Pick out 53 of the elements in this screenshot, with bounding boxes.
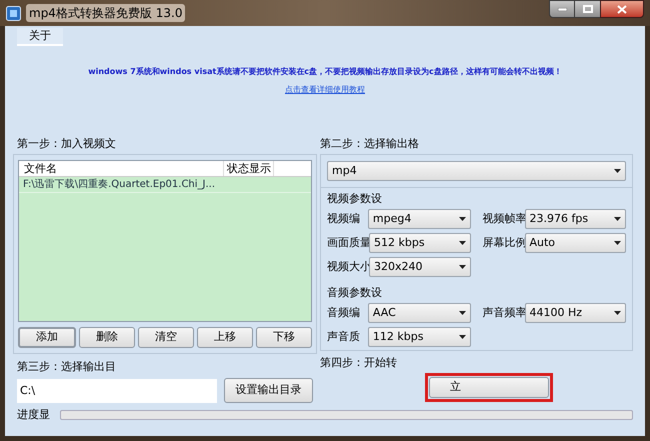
field-label: 音频编: [327, 304, 361, 321]
file-cell[interactable]: F:\迅雷下载\四重奏.Quartet.Ep01.Chi_J...: [19, 177, 224, 192]
progress-label: 进度显: [17, 407, 50, 423]
dropdown-arrow-icon: [458, 335, 466, 339]
dropdown-arrow-icon: [458, 265, 466, 269]
dropdown[interactable]: 44100 Hz: [524, 303, 626, 323]
app-icon: [6, 6, 21, 20]
dropdown[interactable]: 320x240: [369, 257, 470, 277]
dropdown[interactable]: mpeg4: [368, 209, 470, 229]
maximize-button[interactable]: [575, 0, 600, 18]
list-button[interactable]: 清空: [138, 327, 194, 348]
field-label: 画面质量: [327, 234, 369, 251]
close-icon: [617, 4, 627, 14]
dropdown[interactable]: 512 kbps: [369, 233, 470, 253]
step-label: 第三步：选择输出目: [17, 359, 117, 375]
column-header[interactable]: 状态显示: [224, 161, 274, 176]
output-path-field[interactable]: C:\: [17, 378, 217, 402]
dropdown-arrow-icon: [614, 169, 621, 173]
dropdown[interactable]: Auto: [524, 233, 626, 253]
field-label: 声音质: [327, 328, 361, 345]
dropdown[interactable]: 23.976 fps: [524, 209, 626, 229]
notice-text: windows 7系统和windos visat系统请不要把软件安装在c盘，不要把视频输出存放目录设为c盘路径，这样有可能会转不出视频！: [88, 66, 562, 78]
step-label: 第二步：选择输出格: [320, 136, 420, 152]
list-button[interactable]: 删除: [79, 327, 135, 348]
dropdown-arrow-icon: [614, 217, 621, 221]
menu-item[interactable]: 关于: [17, 28, 63, 46]
minimize-button[interactable]: [549, 0, 575, 18]
section-label: 音频参数设: [327, 285, 383, 300]
step-label: 第四步：开始转: [320, 355, 398, 371]
start-button[interactable]: 立: [429, 377, 549, 398]
tutorial-link[interactable]: 点击查看详细使用教程: [285, 84, 365, 96]
dropdown-arrow-icon: [458, 241, 466, 245]
field-label: 声音频率: [482, 304, 524, 321]
field-label: 视频编: [327, 210, 361, 227]
list-button[interactable]: 上移: [197, 327, 253, 348]
dropdown-arrow-icon: [614, 311, 621, 315]
set-output-button[interactable]: 设置输出目录: [224, 378, 313, 403]
list-button[interactable]: 添加: [18, 327, 76, 348]
dropdown[interactable]: AAC: [368, 303, 470, 323]
maximize-icon: [582, 5, 592, 13]
dropdown-arrow-icon: [614, 241, 621, 245]
column-header[interactable]: 文件名: [19, 161, 224, 176]
list-button[interactable]: 下移: [256, 327, 312, 348]
dropdown[interactable]: 112 kbps: [368, 327, 470, 347]
dropdown-arrow-icon: [458, 311, 466, 315]
step-label: 第一步：加入视频文: [17, 136, 117, 152]
window-title: mp4格式转换器免费版 13.0: [26, 4, 186, 22]
format-dropdown[interactable]: mp4: [327, 161, 626, 181]
minimize-icon: [558, 8, 566, 10]
dropdown-arrow-icon: [458, 217, 466, 221]
field-label: 视频帧率: [482, 210, 524, 227]
section-label: 视频参数设: [327, 191, 383, 206]
close-button[interactable]: [600, 0, 644, 18]
